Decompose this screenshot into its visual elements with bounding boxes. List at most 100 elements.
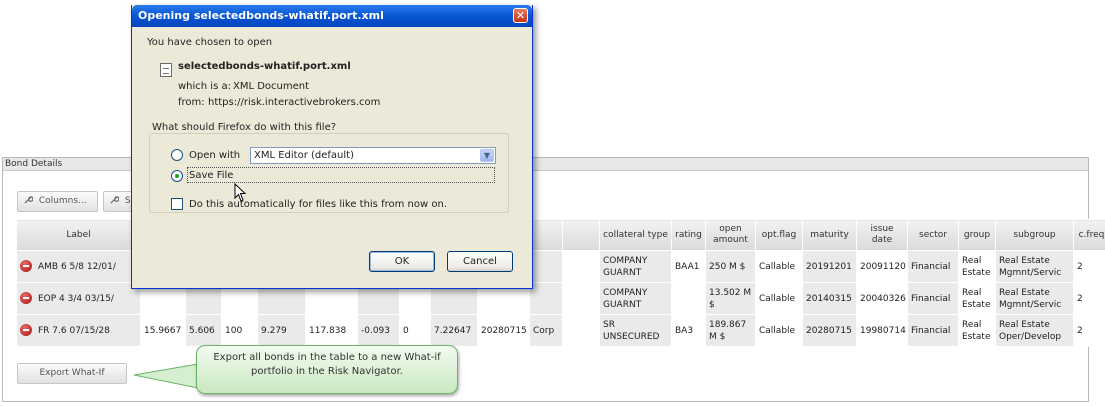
from-label: from: [178, 97, 205, 108]
col-header[interactable]: subgroup [995, 219, 1074, 251]
rating-cell: BAA1 [671, 250, 706, 283]
open-with-label[interactable]: Open with [189, 150, 240, 161]
sector-cell: Financial [907, 250, 959, 283]
issue-date-cell: 19980714 [856, 314, 908, 347]
collateral-cell: COMPANY GUARNT [599, 250, 672, 283]
dialog-title: Opening selectedbonds-whatif.port.xml [132, 5, 532, 27]
table-row[interactable]: FR 7.6 07/15/28 15.9667 5.606 100 9.279 … [16, 314, 1105, 347]
close-icon[interactable]: ✕ [513, 8, 528, 23]
table-cell [529, 282, 563, 315]
cfreq-cell: 2 [1073, 314, 1105, 347]
maturity-cell: 20280715 [802, 314, 857, 347]
table-cell: 20280715 [477, 314, 530, 347]
callout-pointer [133, 363, 199, 389]
open-with-radio[interactable] [171, 149, 183, 161]
which-is-label: which is a: [178, 81, 231, 92]
source-url: https://risk.interactivebrokers.com [208, 97, 381, 108]
screen: Bond Details Columns... S Label collater… [0, 0, 1105, 406]
rating-cell [671, 282, 706, 315]
application-select-value: XML Editor (default) [254, 150, 354, 161]
open-amount-cell: 250 M $ [705, 250, 756, 283]
table-cell: 100 [221, 314, 258, 347]
callout-tooltip: Export all bonds in the table to a new W… [196, 345, 458, 394]
subgroup-cell: Real Estate Oper/Develop [995, 314, 1074, 347]
col-header[interactable]: opt.flag [755, 219, 803, 251]
col-header[interactable] [562, 219, 600, 251]
bond-label: FR 7.6 07/15/28 [38, 326, 110, 336]
col-header[interactable]: rating [671, 219, 706, 251]
export-what-if-button[interactable]: Export What-If [17, 363, 127, 384]
col-header[interactable]: group [958, 219, 996, 251]
second-toolbar-button[interactable]: S [103, 191, 133, 212]
remove-row-icon[interactable] [20, 324, 32, 336]
remove-row-icon[interactable] [20, 260, 32, 272]
table-cell: 15.9667 [140, 314, 186, 347]
wrench-icon [24, 196, 33, 204]
table-cell: -0.093 [357, 314, 400, 347]
second-button-label: S [124, 196, 131, 206]
opt-flag-cell: Callable [755, 282, 803, 315]
table-cell: 0 [399, 314, 431, 347]
col-header[interactable]: c.freq [1073, 219, 1105, 251]
bond-label: EOP 4 3/4 03/15/ [38, 294, 114, 304]
col-header[interactable]: sector [907, 219, 959, 251]
issue-date-cell: 20040326 [856, 282, 908, 315]
label-cell: EOP 4 3/4 03/15/ [16, 282, 141, 315]
question-text: What should Firefox do with this file? [152, 122, 337, 133]
rating-cell: BA3 [671, 314, 706, 347]
group-cell: Real Estate [958, 314, 996, 347]
label-cell: AMB 6 5/8 12/01/ [16, 250, 141, 283]
file-name: selectedbonds-whatif.port.xml [178, 61, 351, 72]
cfreq-cell: 2 [1073, 282, 1105, 315]
download-dialog: Opening selectedbonds-whatif.port.xml ✕ … [131, 5, 533, 289]
subgroup-cell: Real Estate Mgmnt/Servic [995, 250, 1074, 283]
table-cell: 117.838 [305, 314, 358, 347]
dialog-body: You have chosen to open selectedbonds-wh… [135, 27, 529, 285]
opt-flag-cell: Callable [755, 250, 803, 283]
auto-action-checkbox[interactable] [171, 198, 183, 210]
table-cell [562, 282, 600, 315]
remove-row-icon[interactable] [20, 292, 32, 304]
cfreq-cell: 2 [1073, 250, 1105, 283]
chevron-down-icon[interactable]: ▼ [480, 149, 494, 162]
issue-date-cell: 20091120 [856, 250, 908, 283]
table-cell [562, 314, 600, 347]
col-header[interactable]: maturity [802, 219, 857, 251]
col-header[interactable]: Label [16, 219, 141, 251]
mouse-cursor-icon [234, 183, 247, 202]
opt-flag-cell: Callable [755, 314, 803, 347]
bond-label: AMB 6 5/8 12/01/ [38, 262, 116, 272]
file-type: XML Document [233, 81, 310, 92]
collateral-cell: COMPANY GUARNT [599, 282, 672, 315]
col-header[interactable]: collateral type [599, 219, 672, 251]
application-select[interactable]: XML Editor (default) ▼ [250, 147, 496, 164]
table-cell: 9.279 [257, 314, 306, 347]
table-cell [529, 250, 563, 283]
sector-cell: Financial [907, 314, 959, 347]
col-header[interactable]: open amount [705, 219, 756, 251]
table-cell: 7.22647 [430, 314, 478, 347]
col-header[interactable]: issue date [856, 219, 908, 251]
ok-button[interactable]: OK [369, 251, 435, 272]
save-file-radio[interactable] [171, 170, 183, 182]
col-header[interactable] [529, 219, 563, 251]
cancel-button[interactable]: Cancel [447, 251, 513, 272]
intro-text: You have chosen to open [147, 37, 273, 48]
open-amount-cell: 13.502 M $ [705, 282, 756, 315]
maturity-cell: 20191201 [802, 250, 857, 283]
group-cell: Real Estate [958, 282, 996, 315]
columns-button-label: Columns... [38, 196, 87, 206]
sector-cell: Financial [907, 282, 959, 315]
collateral-cell: SR UNSECURED [599, 314, 672, 347]
table-cell [562, 250, 600, 283]
table-cell: Corp [529, 314, 563, 347]
table-cell: 5.606 [185, 314, 222, 347]
save-file-label[interactable]: Save File [189, 170, 233, 181]
open-amount-cell: 189.867 M $ [705, 314, 756, 347]
columns-button[interactable]: Columns... [17, 191, 98, 212]
maturity-cell: 20140315 [802, 282, 857, 315]
wrench-icon [110, 196, 119, 204]
auto-action-label[interactable]: Do this automatically for files like thi… [189, 199, 447, 210]
group-cell: Real Estate [958, 250, 996, 283]
xml-file-icon [160, 63, 172, 77]
